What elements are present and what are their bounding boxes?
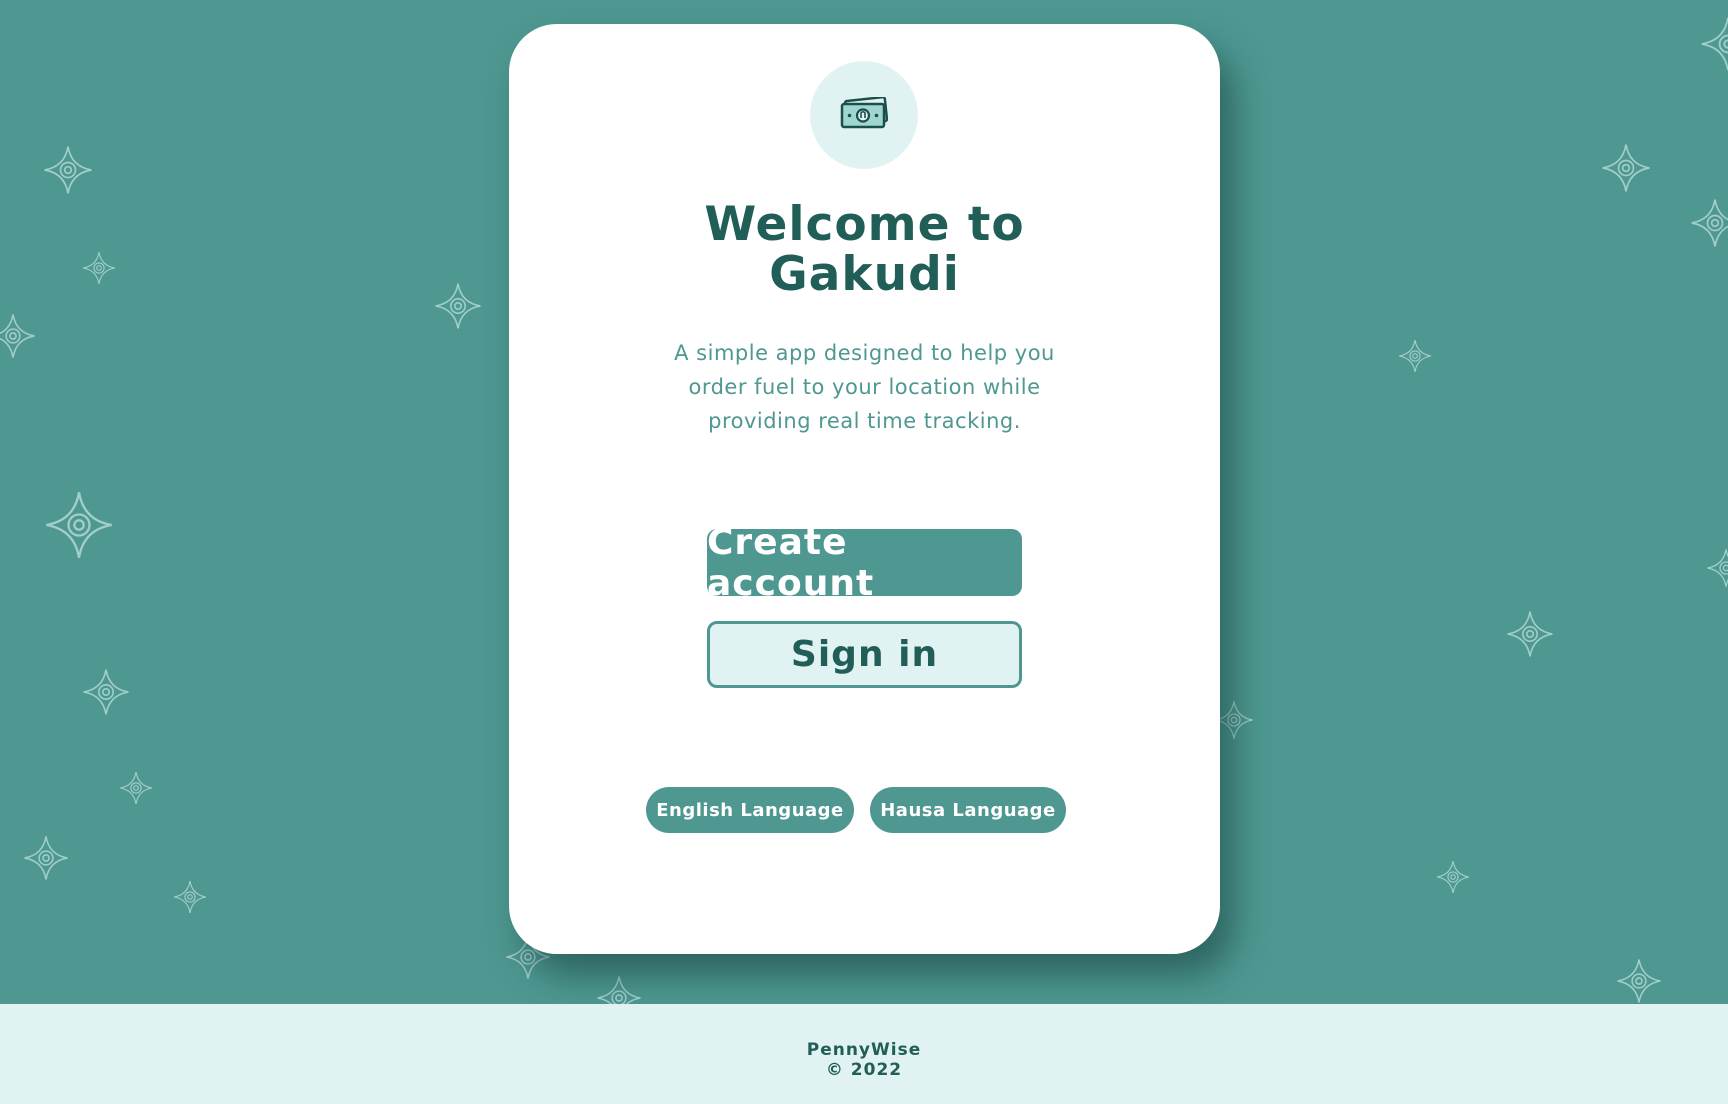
welcome-card: Welcome to Gakudi A simple app designed … [509,24,1220,954]
footer-copyright: © 2022 [825,1060,903,1080]
sparkle-icon [1700,16,1728,72]
sparkle-icon [596,975,642,1004]
sparkle-icon [119,771,153,805]
footer-brand: PennyWise [806,1040,922,1060]
title-line-2: Gakudi [769,247,960,302]
title-line-1: Welcome to [704,197,1025,252]
footer: PennyWise © 2022 [0,1004,1728,1104]
sparkle-icon [1616,958,1662,1004]
create-account-button[interactable]: Create account [707,522,1022,604]
sparkle-icon [23,835,69,881]
sparkle-icon [1214,700,1254,740]
english-language-button[interactable]: English Language [646,787,854,833]
sparkle-icon [434,282,482,330]
sparkle-icon [0,313,36,359]
sign-in-button[interactable]: Sign in [707,621,1022,688]
tagline-line-1: A simple app designed to help you [674,341,1055,365]
sparkle-icon [173,880,207,914]
sparkle-icon [44,490,114,560]
sparkle-icon [1706,548,1728,588]
sparkle-icon [1398,339,1432,373]
app-logo [810,61,918,169]
money-bill-icon [840,95,889,133]
page-title: Welcome to Gakudi [509,200,1220,300]
sparkle-icon [43,145,93,195]
sparkle-icon [1601,143,1651,193]
sparkle-icon [82,668,130,716]
sparkle-icon [82,251,116,285]
sparkle-icon [1690,198,1728,248]
hausa-language-button[interactable]: Hausa Language [870,787,1066,833]
tagline-line-2: order fuel to your location while [688,375,1041,399]
tagline: A simple app designed to help you order … [509,336,1220,438]
tagline-line-3: providing real time tracking. [708,409,1021,433]
sparkle-icon [1506,610,1554,658]
sparkle-icon [1436,860,1470,894]
